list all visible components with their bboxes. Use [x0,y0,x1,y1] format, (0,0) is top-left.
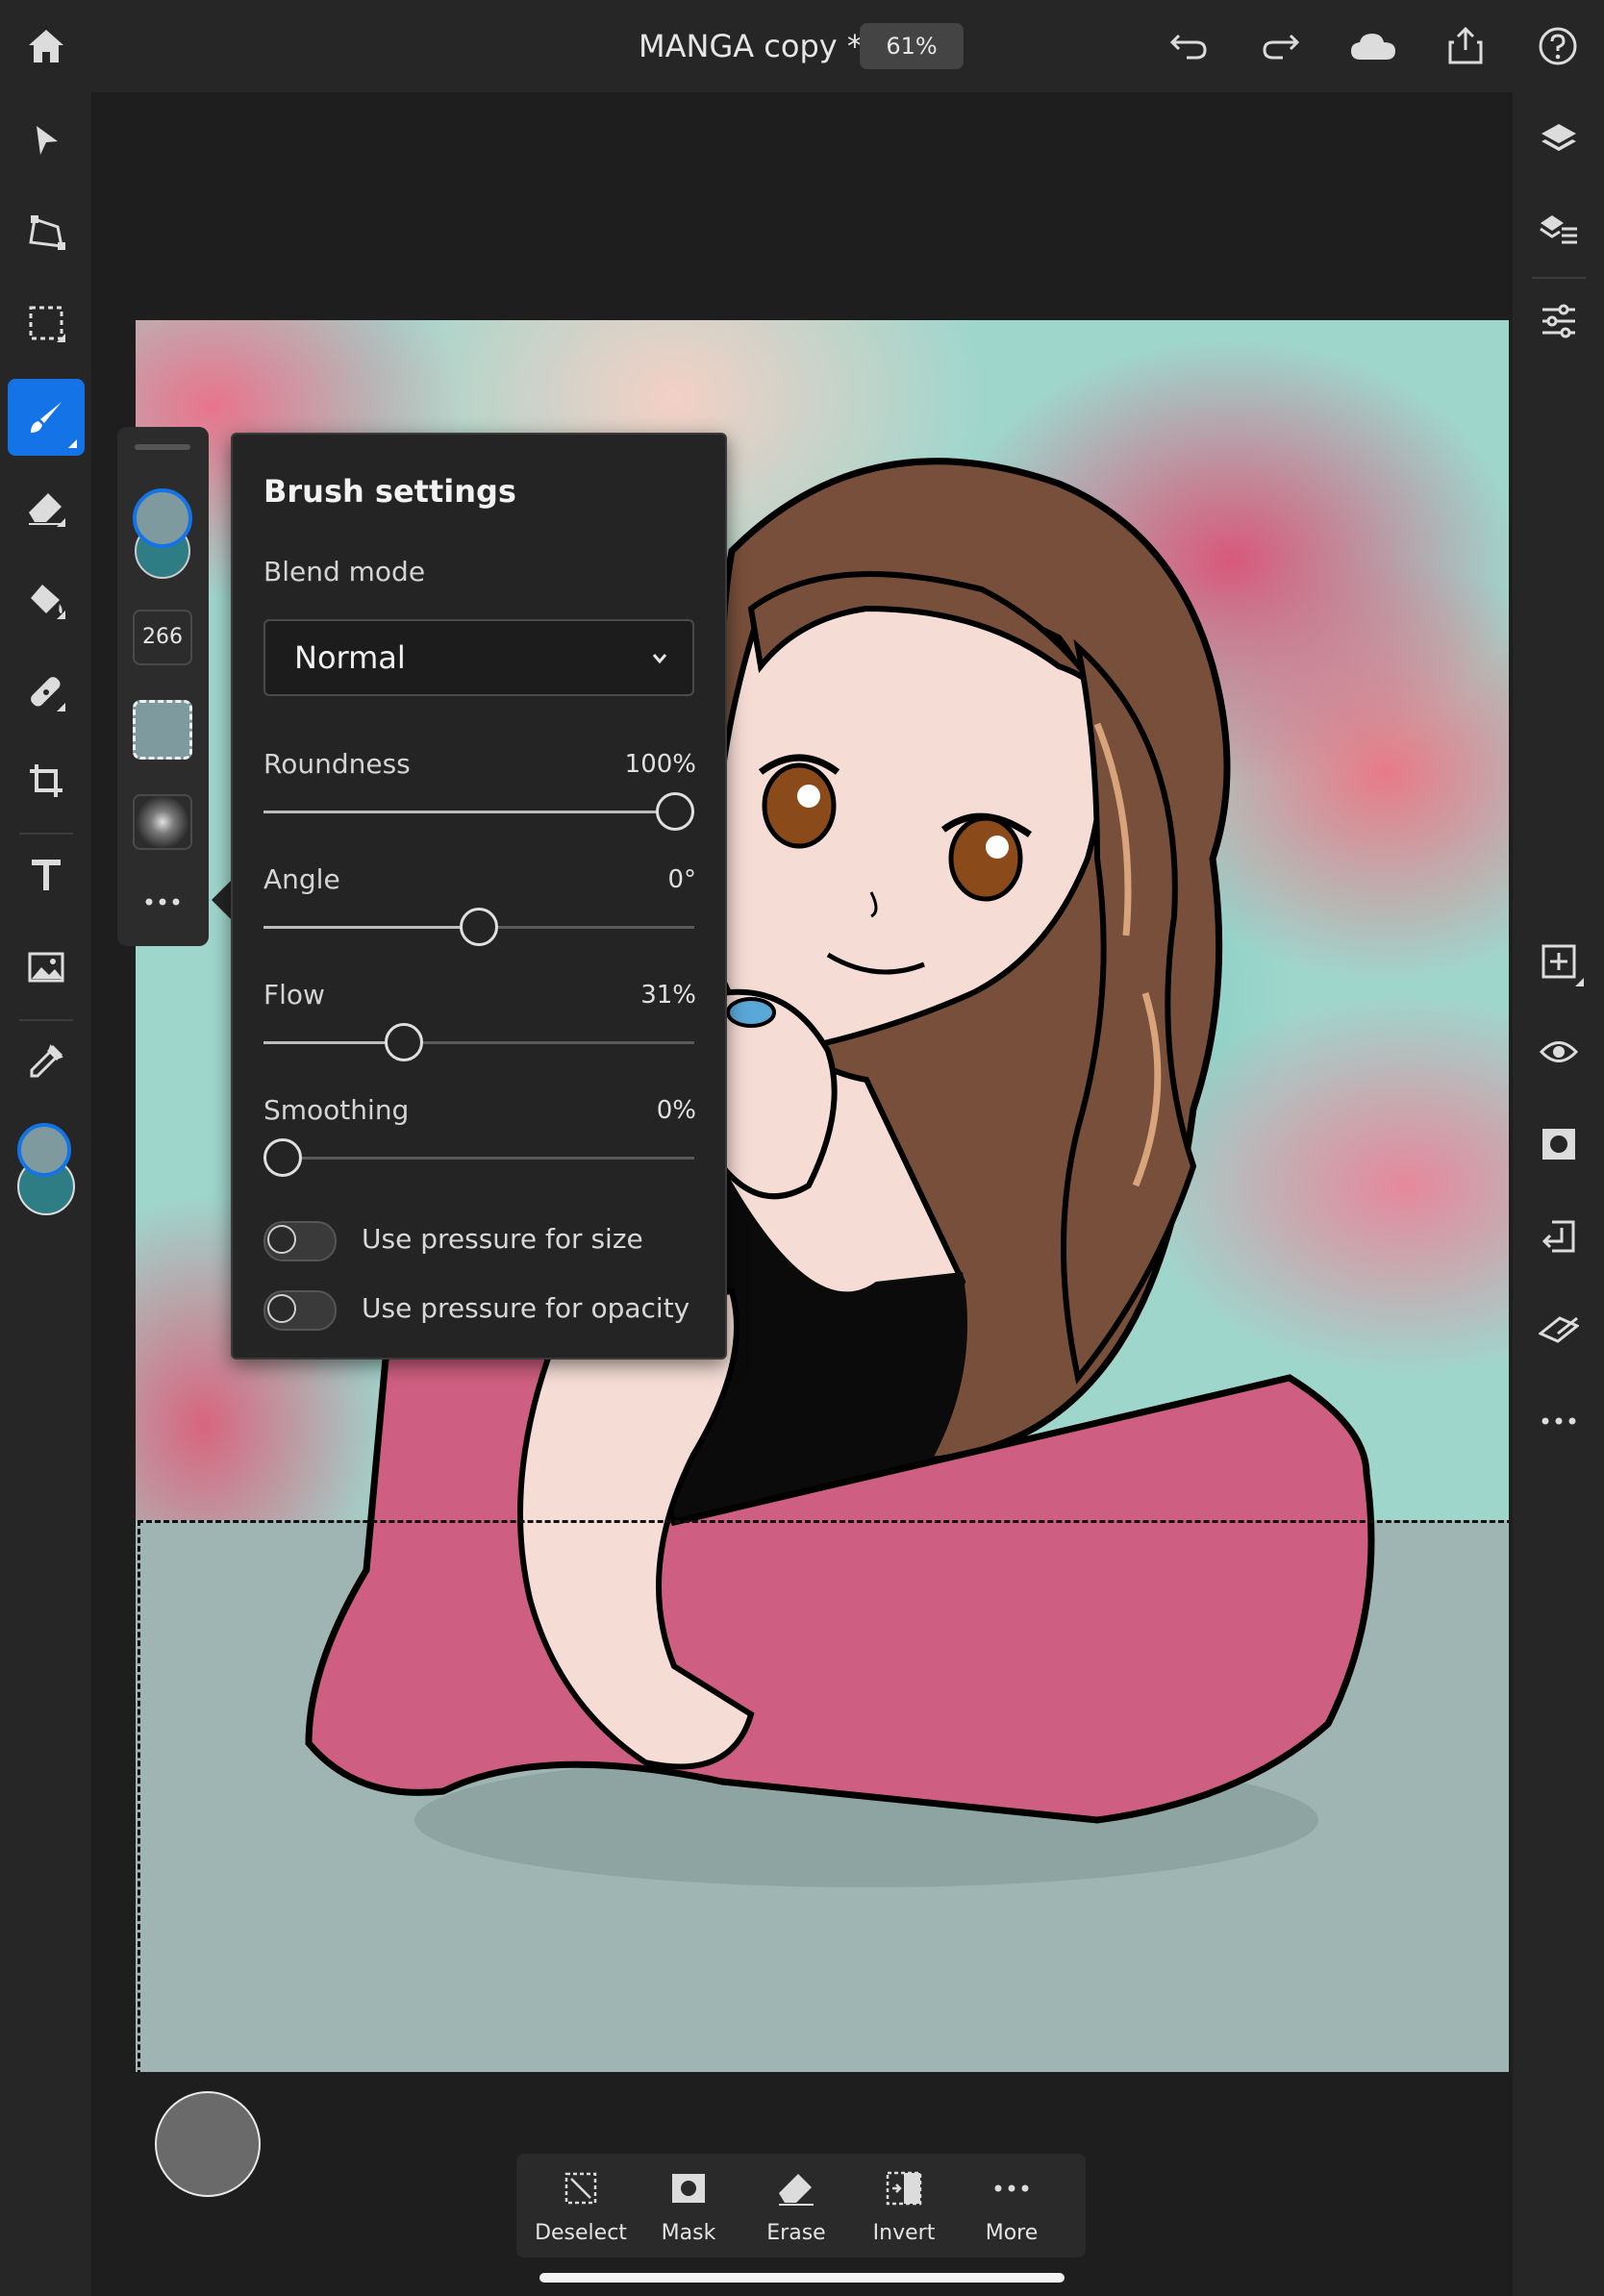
eyedropper-tool-icon[interactable] [23,1038,69,1085]
erase-label: Erase [766,2221,826,2245]
invert-icon [851,2167,957,2209]
toolbar-separator [19,833,73,835]
selection-tool-icon[interactable] [19,296,73,350]
help-icon[interactable] [1535,23,1581,69]
adjustments-icon[interactable] [1536,298,1582,344]
share-icon[interactable] [1442,21,1489,69]
blend-mode-dropdown[interactable]: Normal [263,619,694,696]
move-tool-icon[interactable] [23,117,69,163]
document-title[interactable]: MANGA copy * [639,23,863,69]
image-tool-icon[interactable] [23,944,69,990]
more-button[interactable]: More [959,2154,1065,2258]
brush-tool-icon[interactable] [8,379,85,456]
toggle-knob [267,1225,296,1254]
brush-softness-preview[interactable] [133,794,192,850]
home-icon[interactable] [23,23,69,69]
healing-tool-icon[interactable] [19,665,73,719]
type-tool-icon[interactable] [23,852,69,898]
flow-slider-thumb[interactable] [385,1023,423,1061]
selection-toolbar: Deselect Mask Erase Invert More [516,2154,1086,2258]
foreground-color-swatch[interactable] [17,1123,71,1177]
more-icon [959,2167,1065,2209]
roundness-value: 100% [624,750,696,779]
undo-icon[interactable] [1165,25,1212,67]
mask-icon [636,2167,741,2209]
mask-button[interactable]: Mask [636,2154,741,2258]
home-indicator[interactable] [539,2273,1065,2283]
cloud-icon[interactable] [1346,25,1400,67]
brush-settings-panel: Brush settings Blend mode Normal Roundne… [231,433,727,1360]
layers-icon[interactable] [1536,117,1582,163]
angle-slider[interactable] [263,908,694,946]
smoothing-value: 0% [656,1096,696,1125]
top-bar: MANGA copy * 61% [0,0,1604,94]
dock-foreground-color-swatch[interactable] [133,488,192,548]
brush-size-value[interactable]: 266 [133,610,192,665]
smoothing-slider[interactable] [263,1138,694,1177]
panel-pointer [212,881,231,919]
mask-label: Mask [661,2221,716,2245]
more-label: More [985,2221,1039,2245]
eraser-tool-icon[interactable] [19,481,73,535]
dock-more-icon[interactable] [133,883,192,921]
deselect-button[interactable]: Deselect [528,2154,634,2258]
merge-down-icon[interactable] [1536,1213,1582,1260]
invert-label: Invert [872,2221,936,2245]
redo-icon[interactable] [1258,25,1304,67]
right-toolbar [1513,92,1604,2296]
chevron-down-icon [652,650,667,668]
brush-dock: 266 [117,427,209,946]
crop-tool-icon[interactable] [23,758,69,804]
toolbar-separator [1532,277,1586,279]
color-swatches[interactable] [13,1123,81,1219]
angle-slider-thumb[interactable] [460,908,498,946]
smoothing-slider-thumb[interactable] [263,1138,302,1177]
mask-icon[interactable] [1536,1121,1582,1167]
more-icon[interactable] [1536,1398,1582,1444]
pressure-size-toggle[interactable] [263,1221,337,1261]
deselect-icon [528,2167,634,2209]
fill-tool-icon[interactable] [19,573,73,627]
erase-icon [743,2167,849,2209]
erase-button[interactable]: Erase [743,2154,849,2258]
smoothing-label: Smoothing [263,1094,410,1126]
visibility-icon[interactable] [1536,1029,1582,1075]
angle-value: 0° [667,865,696,894]
pressure-opacity-label: Use pressure for opacity [362,1292,690,1324]
angle-label: Angle [263,863,340,895]
layer-properties-icon[interactable] [1536,208,1582,254]
brush-opacity-swatch[interactable] [133,700,192,760]
zoom-level[interactable]: 61% [860,23,964,69]
panel-title: Brush settings [263,473,516,510]
roundness-label: Roundness [263,748,411,780]
flow-value: 31% [640,981,696,1010]
toolbar-separator [19,1019,73,1021]
dock-handle[interactable] [135,444,190,450]
toggle-knob [267,1294,296,1323]
flow-slider[interactable] [263,1023,694,1061]
roundness-slider[interactable] [263,792,694,831]
invert-button[interactable]: Invert [851,2154,957,2258]
pressure-opacity-toggle[interactable] [263,1290,337,1331]
blend-mode-value: Normal [294,639,406,676]
add-layer-icon[interactable] [1532,935,1586,988]
deselect-label: Deselect [535,2221,627,2245]
left-toolbar [0,92,91,2296]
roundness-slider-thumb[interactable] [656,792,694,831]
pressure-size-label: Use pressure for size [362,1223,643,1255]
blend-mode-label: Blend mode [263,556,426,587]
flow-label: Flow [263,979,325,1011]
clear-icon[interactable] [1536,1306,1582,1352]
selection-marquee [138,1520,1509,2072]
transform-tool-icon[interactable] [23,210,69,256]
touch-shortcut-button[interactable] [155,2091,261,2197]
